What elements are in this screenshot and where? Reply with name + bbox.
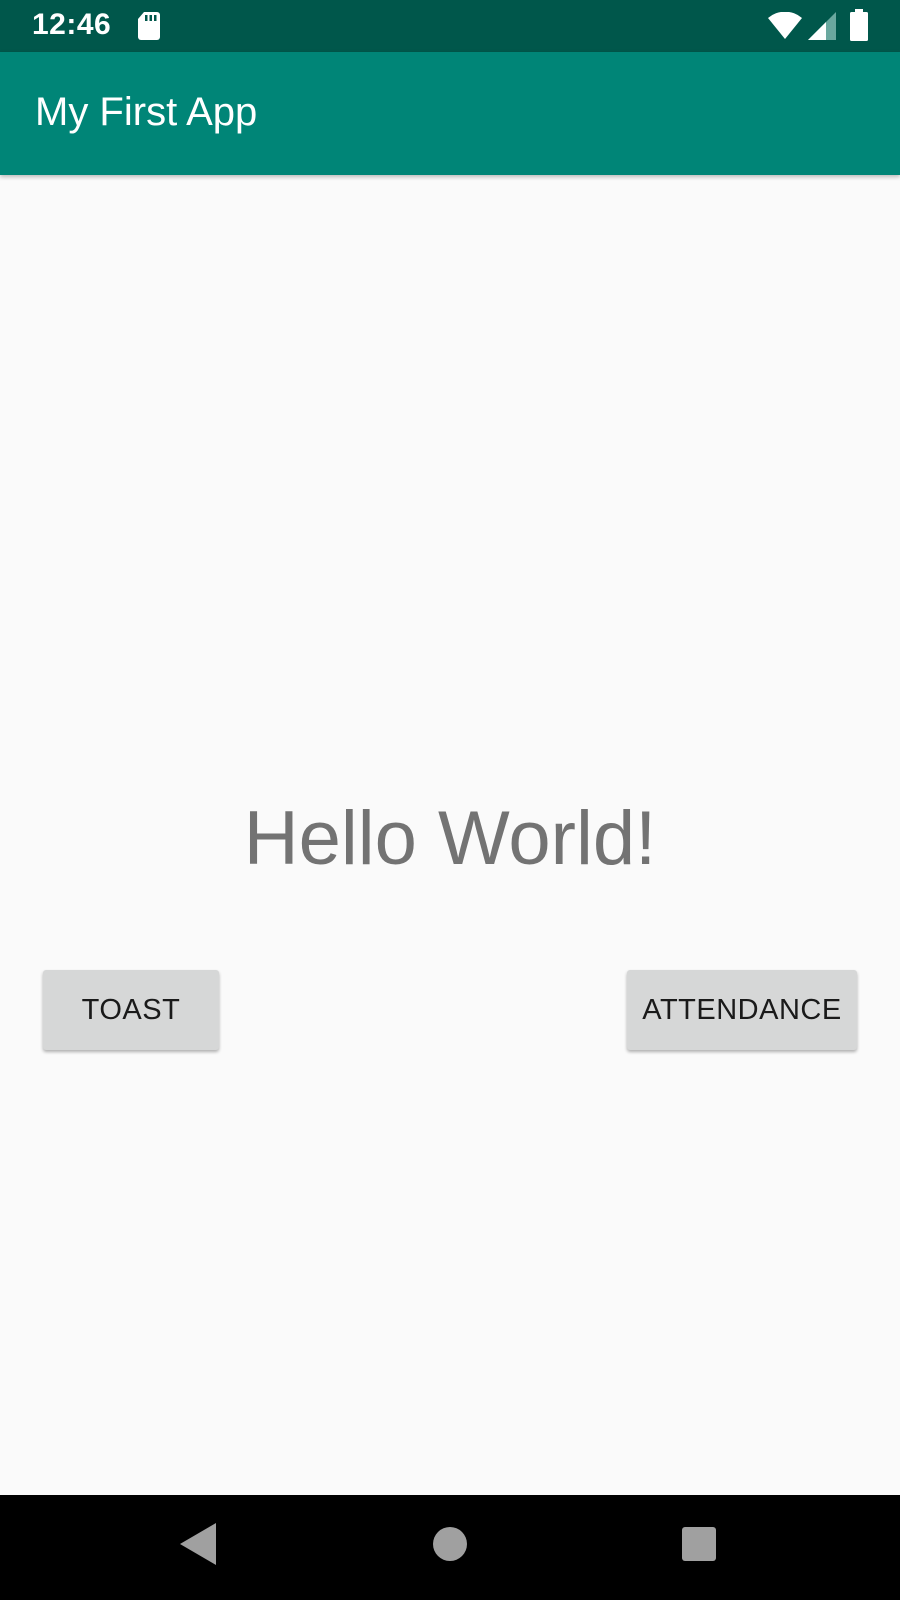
recents-icon[interactable] [682,1527,716,1561]
back-icon[interactable] [180,1523,216,1565]
home-icon[interactable] [432,1526,468,1562]
wifi-icon [768,12,802,39]
toast-button[interactable]: TOAST [43,970,219,1050]
status-bar: 12:46 [0,0,900,52]
main-content: Hello World! TOAST ATTENDANCE [0,175,900,1495]
signal-icon [808,12,836,40]
sd-card-icon [138,12,160,40]
screen: 12:46 My First App Hello World! TOAST AT… [0,0,900,1600]
status-time: 12:46 [32,8,112,41]
hello-message: Hello World! [243,796,657,881]
navigation-bar [0,1495,900,1600]
app-bar: My First App [0,52,900,175]
app-title: My First App [35,90,258,134]
attendance-button[interactable]: ATTENDANCE [627,970,857,1050]
battery-icon [850,9,868,41]
